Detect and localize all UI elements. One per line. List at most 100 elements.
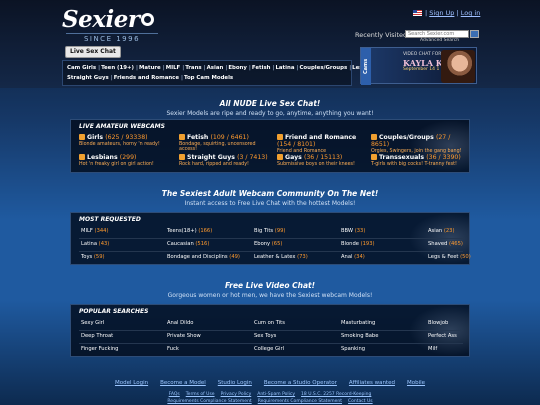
link-label[interactable]: MILF: [81, 228, 93, 234]
most-requested-link[interactable]: Ebony (65): [254, 241, 282, 247]
popular-search-link[interactable]: Fuck: [167, 346, 179, 352]
nav-link[interactable]: Cam Girls: [67, 65, 96, 71]
popular-search-link[interactable]: Smoking Babe: [341, 333, 378, 339]
live-category-name[interactable]: Gays (36 / 15113): [277, 154, 371, 161]
link-label[interactable]: Legs & Feet: [428, 254, 458, 260]
sign-up-link[interactable]: Sign Up: [429, 9, 454, 17]
search-input[interactable]: Search Sexier.com: [405, 30, 469, 38]
site-logo[interactable]: Sexier: [62, 6, 155, 33]
most-requested-link[interactable]: Caucasian (516): [167, 241, 209, 247]
most-requested-link[interactable]: Latina (43): [81, 241, 109, 247]
category-label[interactable]: Transsexuals: [379, 154, 424, 161]
footer-link[interactable]: Anti-Spam Policy: [257, 392, 295, 397]
most-requested-link[interactable]: Leather & Latex (73): [254, 254, 308, 260]
live-category-name[interactable]: Lesbians (299): [79, 154, 173, 161]
most-requested-link[interactable]: Toys (59): [81, 254, 105, 260]
footer-link[interactable]: Requirements Compliance Statement: [167, 399, 251, 404]
most-requested-link[interactable]: Blonde (193): [341, 241, 375, 247]
most-requested-link[interactable]: Asian (23): [428, 228, 454, 234]
live-category-name[interactable]: Girls (625 / 93338): [79, 134, 173, 141]
nav-link[interactable]: Straight Guys: [67, 75, 109, 81]
link-label[interactable]: Leather & Latex: [254, 254, 295, 260]
live-category-name[interactable]: Fetish (109 / 6461): [179, 134, 273, 141]
footer-link[interactable]: Become a Studio Operator: [264, 380, 337, 386]
category-label[interactable]: Friend and Romance: [285, 134, 356, 141]
nav-link[interactable]: Top Cam Models: [184, 75, 233, 81]
category-label[interactable]: Straight Guys: [187, 154, 235, 161]
link-label[interactable]: Teens(18+): [167, 228, 197, 234]
footer-link[interactable]: Requirements Compliance Statement: [258, 399, 342, 404]
nav-link[interactable]: Couples/Groups: [299, 65, 347, 71]
link-label[interactable]: Toys: [81, 254, 92, 260]
live-category[interactable]: Straight Guys (3 / 7413) Rock hard, rippe…: [179, 154, 273, 167]
log-in-link[interactable]: Log in: [461, 9, 481, 17]
footer-link[interactable]: Mobile: [407, 380, 425, 386]
live-category[interactable]: Gays (36 / 15113) Submissive boys on thei…: [277, 154, 371, 167]
popular-search-link[interactable]: Perfect Ass: [428, 333, 457, 339]
link-label[interactable]: Bondage and Disciplins: [167, 254, 228, 260]
most-requested-link[interactable]: Legs & Feet (50): [428, 254, 471, 260]
footer-link[interactable]: FAQs: [169, 392, 180, 397]
footer-link[interactable]: Terms of Use: [186, 392, 215, 397]
footer-link[interactable]: Privacy Policy: [221, 392, 252, 397]
live-category-name[interactable]: Straight Guys (3 / 7413): [179, 154, 273, 161]
most-requested-link[interactable]: Big Tits (99): [254, 228, 285, 234]
live-category[interactable]: Transsexuals (36 / 3390) T-girls with big…: [371, 154, 465, 167]
popular-search-link[interactable]: Masturbating: [341, 320, 375, 326]
popular-search-link[interactable]: Milf: [428, 346, 437, 352]
nav-link[interactable]: Ebony: [228, 65, 247, 71]
link-label[interactable]: Blonde: [341, 241, 359, 247]
nav-link[interactable]: Trans: [185, 65, 201, 71]
link-label[interactable]: Shaved: [428, 241, 447, 247]
popular-search-link[interactable]: Blowjob: [428, 320, 448, 326]
most-requested-link[interactable]: BBW (33): [341, 228, 365, 234]
live-category-name[interactable]: Friend and Romance (154 / 8101): [277, 134, 371, 148]
footer-link[interactable]: 18 U.S.C. 2257 Record-Keeping: [301, 392, 371, 397]
category-label[interactable]: Couples/Groups: [379, 134, 434, 141]
popular-search-link[interactable]: Private Show: [167, 333, 201, 339]
live-category[interactable]: Friend and Romance (154 / 8101) Friend an…: [277, 134, 371, 154]
live-sex-chat-tab[interactable]: Live Sex Chat: [65, 46, 121, 58]
popular-search-link[interactable]: Finger Fucking: [81, 346, 118, 352]
recently-visited-label[interactable]: Recently Visited: [355, 31, 407, 39]
popular-search-link[interactable]: Cum on Tits: [254, 320, 285, 326]
link-label[interactable]: Anal: [341, 254, 352, 260]
us-flag-icon[interactable]: [413, 10, 422, 16]
advanced-search-link[interactable]: Advanced Search: [420, 38, 459, 43]
nav-link[interactable]: Mature: [139, 65, 161, 71]
nav-link[interactable]: Latina: [275, 65, 294, 71]
link-label[interactable]: Caucasian: [167, 241, 194, 247]
live-category[interactable]: Fetish (109 / 6461) Bondage, squirting, u…: [179, 134, 273, 152]
category-label[interactable]: Gays: [285, 154, 302, 161]
most-requested-link[interactable]: Teens(18+) (166): [167, 228, 212, 234]
search-button[interactable]: [470, 30, 479, 38]
category-label[interactable]: Lesbians: [87, 154, 118, 161]
nav-link[interactable]: Teen (19+): [101, 65, 134, 71]
footer-link[interactable]: Contact Us: [348, 399, 373, 404]
live-category[interactable]: Lesbians (299) Hot 'n freaky girl on girl…: [79, 154, 173, 167]
category-label[interactable]: Girls: [87, 134, 103, 141]
popular-search-link[interactable]: College Girl: [254, 346, 284, 352]
nav-link[interactable]: Fetish: [252, 65, 271, 71]
promo-banner[interactable]: Cams VIDEO CHAT FOR FREE WITH KAYLA KAYD…: [360, 47, 477, 85]
link-label[interactable]: Latina: [81, 241, 97, 247]
most-requested-link[interactable]: Anal (34): [341, 254, 365, 260]
live-category[interactable]: Couples/Groups (27 / 8651) Orgies, Swinge…: [371, 134, 465, 154]
popular-search-link[interactable]: Anal Dildo: [167, 320, 193, 326]
most-requested-link[interactable]: MILF (344): [81, 228, 109, 234]
category-label[interactable]: Fetish: [187, 134, 208, 141]
footer-link[interactable]: Affiliates wanted: [349, 380, 395, 386]
footer-link[interactable]: Model Login: [115, 380, 148, 386]
link-label[interactable]: BBW: [341, 228, 353, 234]
live-category[interactable]: Girls (625 / 93338) Blonde amateurs, horn…: [79, 134, 173, 147]
live-category-name[interactable]: Couples/Groups (27 / 8651): [371, 134, 465, 148]
most-requested-link[interactable]: Shaved (465): [428, 241, 463, 247]
nav-link[interactable]: Friends and Romance: [114, 75, 179, 81]
link-label[interactable]: Asian: [428, 228, 442, 234]
footer-link[interactable]: Become a Model: [160, 380, 206, 386]
popular-search-link[interactable]: Sexy Girl: [81, 320, 104, 326]
live-category-name[interactable]: Transsexuals (36 / 3390): [371, 154, 465, 161]
popular-search-link[interactable]: Deep Throat: [81, 333, 113, 339]
nav-link[interactable]: Asian: [207, 65, 224, 71]
link-label[interactable]: Ebony: [254, 241, 270, 247]
